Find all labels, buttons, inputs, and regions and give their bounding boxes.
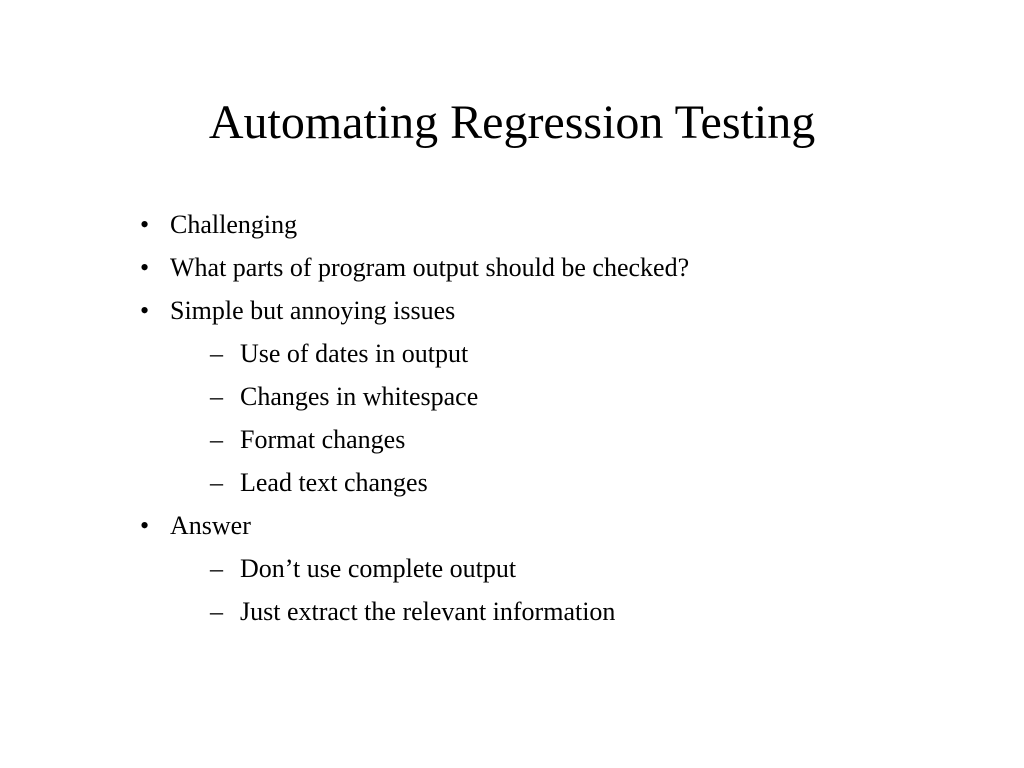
slide-title: Automating Regression Testing	[100, 95, 924, 150]
sub-bullet-list: Don’t use complete output Just extract t…	[170, 549, 924, 631]
bullet-text: Simple but annoying issues	[170, 296, 455, 325]
sub-bullet-text: Just extract the relevant information	[240, 597, 615, 626]
sub-bullet-item: Format changes	[210, 420, 924, 459]
sub-bullet-text: Format changes	[240, 425, 405, 454]
bullet-list: Challenging What parts of program output…	[100, 205, 924, 631]
sub-bullet-item: Changes in whitespace	[210, 377, 924, 416]
bullet-item: What parts of program output should be c…	[140, 248, 924, 287]
bullet-text: What parts of program output should be c…	[170, 253, 689, 282]
bullet-item: Challenging	[140, 205, 924, 244]
sub-bullet-list: Use of dates in output Changes in whites…	[170, 334, 924, 502]
sub-bullet-item: Just extract the relevant information	[210, 592, 924, 631]
slide-container: Automating Regression Testing Challengin…	[0, 0, 1024, 768]
sub-bullet-text: Use of dates in output	[240, 339, 468, 368]
bullet-text: Challenging	[170, 210, 297, 239]
bullet-item: Simple but annoying issues Use of dates …	[140, 291, 924, 502]
sub-bullet-item: Lead text changes	[210, 463, 924, 502]
sub-bullet-text: Lead text changes	[240, 468, 428, 497]
bullet-text: Answer	[170, 511, 251, 540]
sub-bullet-text: Don’t use complete output	[240, 554, 516, 583]
sub-bullet-item: Don’t use complete output	[210, 549, 924, 588]
sub-bullet-item: Use of dates in output	[210, 334, 924, 373]
bullet-item: Answer Don’t use complete output Just ex…	[140, 506, 924, 631]
sub-bullet-text: Changes in whitespace	[240, 382, 478, 411]
